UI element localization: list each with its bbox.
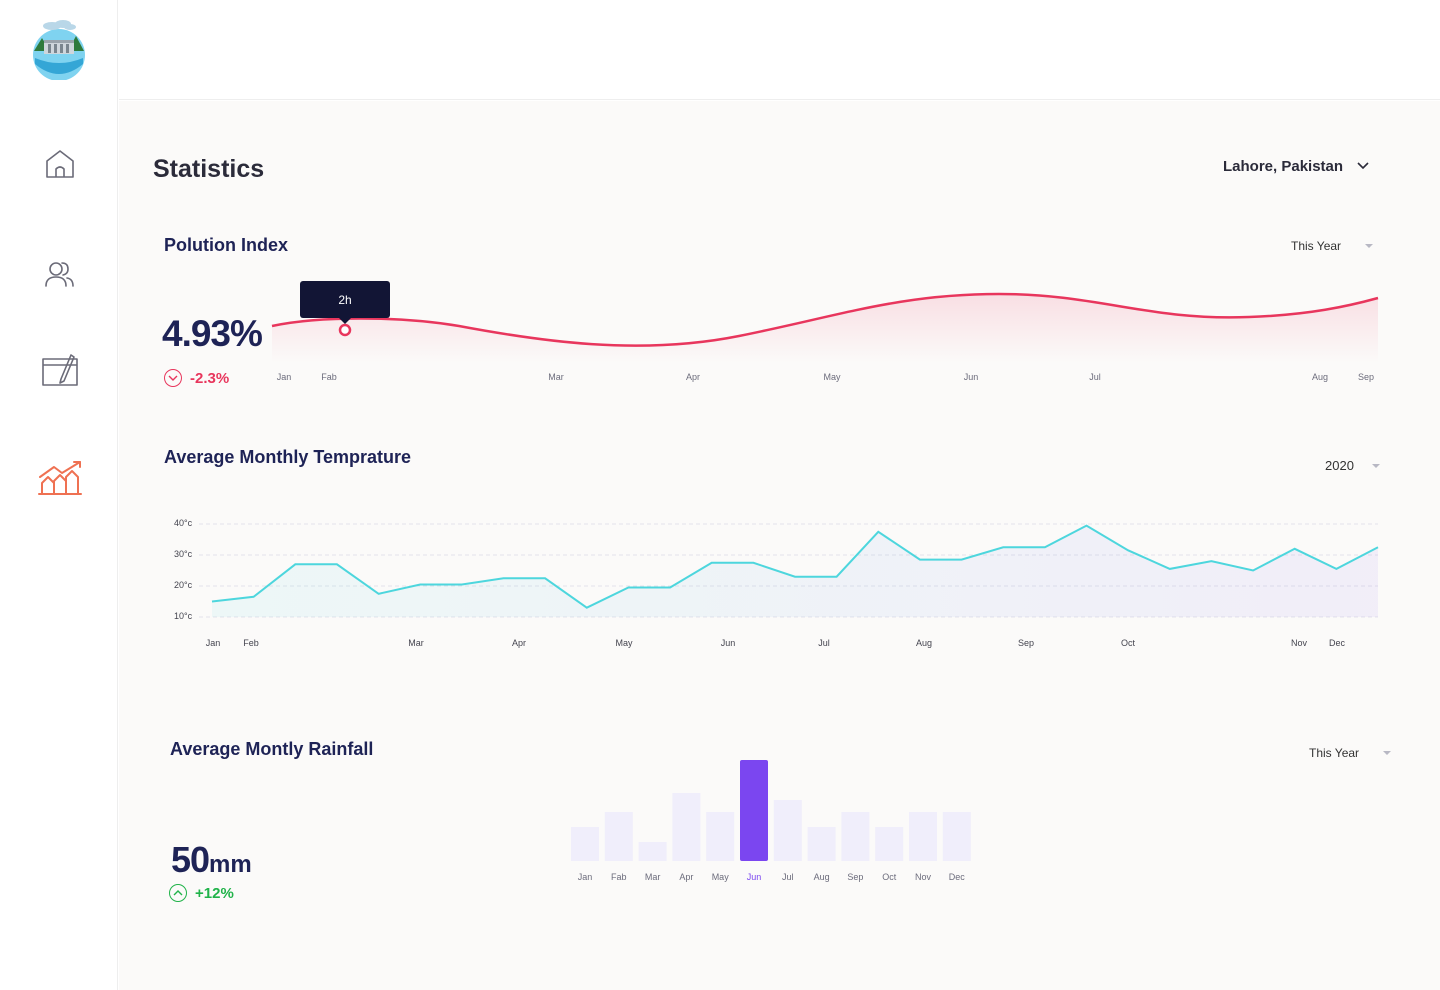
nav-statistics[interactable] [36, 456, 84, 504]
temperature-chart: 40°c 30°c 20°c 10°c Jan Feb Mar Apr May … [174, 518, 1379, 648]
rainfall-bar-nov[interactable] [909, 812, 937, 861]
rainfall-bar-jan[interactable] [571, 827, 599, 861]
x-tick-label: Jun [721, 638, 736, 648]
x-tick-label: Jun [964, 372, 979, 382]
rainfall-bar-sep[interactable] [841, 812, 870, 861]
rainfall-bar-fab[interactable] [604, 812, 633, 861]
x-tick-label: Mar [548, 372, 564, 382]
rainfall-bar-mar[interactable] [638, 842, 667, 861]
x-tick-label: Aug [916, 638, 932, 648]
rainfall-delta-value: +12% [195, 884, 234, 902]
x-tick-label: May [712, 872, 730, 882]
x-tick-label: Sep [847, 872, 863, 882]
x-tick-label: Apr [679, 872, 693, 882]
rainfall-bar-jul[interactable] [773, 800, 802, 861]
nav-edit[interactable] [36, 348, 84, 396]
nav-home[interactable] [36, 142, 84, 190]
x-tick-label: Mar [408, 638, 424, 648]
x-tick-label: Oct [1121, 638, 1136, 648]
rainfall-bar-may[interactable] [706, 812, 735, 861]
y-tick-label: 10°c [174, 611, 193, 621]
x-tick-label: Dec [1329, 638, 1346, 648]
users-icon [44, 258, 76, 295]
temperature-x-axis: Jan Feb Mar Apr May Jun Jul Aug Sep Oct … [206, 638, 1346, 648]
x-tick-label: Feb [243, 638, 259, 648]
pollution-chart: Jan Fab Mar Apr May Jun Jul Aug Sep [271, 292, 1379, 382]
x-tick-label: Fab [321, 372, 337, 382]
x-tick-label: Jul [818, 638, 830, 648]
pollution-tooltip: 2h [300, 281, 390, 324]
x-tick-label: Aug [814, 872, 830, 882]
x-tick-label: Dec [949, 872, 966, 882]
x-tick-label: Sep [1358, 372, 1374, 382]
pollution-x-axis: Jan Fab Mar Apr May Jun Jul Aug Sep [277, 372, 1374, 382]
pollution-highlight-point[interactable] [338, 323, 352, 337]
rainfall-bar-aug[interactable] [807, 827, 836, 861]
top-bar [119, 0, 1440, 100]
x-tick-label: Jul [1089, 372, 1101, 382]
x-tick-label: Jun [747, 872, 762, 882]
rainfall-number: 50 [171, 839, 210, 880]
sidebar [0, 0, 118, 990]
x-tick-label: May [615, 638, 633, 648]
arrow-up-circle-icon [169, 884, 187, 902]
x-tick-label: Oct [882, 872, 897, 882]
y-tick-label: 40°c [174, 518, 193, 528]
x-tick-label: Aug [1312, 372, 1328, 382]
caret-down-icon [1371, 463, 1380, 468]
x-tick-label: Sep [1018, 638, 1034, 648]
x-tick-label: Nov [915, 872, 932, 882]
rainfall-bar-jun[interactable] [740, 760, 768, 861]
x-tick-label: Fab [611, 872, 627, 882]
rainfall-bar-dec[interactable] [942, 812, 971, 861]
dam-landscape-logo[interactable] [30, 18, 88, 81]
statistics-icon [38, 460, 82, 500]
rainfall-period-label: This Year [1309, 746, 1360, 760]
temperature-area [212, 525, 1378, 617]
y-tick-label: 30°c [174, 549, 193, 559]
nav-users[interactable] [36, 252, 84, 300]
main-content: Statistics Lahore, Pakistan Polution Ind… [119, 101, 1440, 990]
edit-calendar-icon [41, 353, 79, 392]
y-tick-label: 20°c [174, 580, 193, 590]
temperature-title: Average Monthly Temprature [164, 447, 412, 467]
x-tick-label: Nov [1291, 638, 1308, 648]
rainfall-bar-apr[interactable] [672, 793, 701, 861]
x-tick-label: May [823, 372, 841, 382]
x-tick-label: Apr [686, 372, 700, 382]
rainfall-unit: mm [209, 851, 252, 878]
home-icon [44, 148, 76, 185]
temperature-period-label: 2020 [1325, 458, 1354, 473]
x-tick-label: Jan [277, 372, 292, 382]
rainfall-bar-oct[interactable] [875, 827, 904, 861]
pollution-area [272, 294, 1378, 363]
rainfall-value: 50mm [171, 839, 252, 881]
rainfall-period-select[interactable]: This Year [1309, 746, 1392, 760]
x-tick-label: Jul [782, 872, 794, 882]
rainfall-chart: Jan Fab Mar Apr May Jun Jul Aug Sep Oct Nov Dec [571, 760, 971, 882]
temperature-period-select[interactable]: 2020 [1325, 458, 1380, 473]
x-tick-label: Jan [578, 872, 593, 882]
x-tick-label: Apr [512, 638, 526, 648]
x-tick-label: Jan [206, 638, 221, 648]
rainfall-title: Average Montly Rainfall [170, 739, 374, 759]
caret-down-icon [1383, 751, 1392, 755]
rainfall-delta: +12% [169, 884, 234, 902]
x-tick-label: Mar [645, 872, 661, 882]
temperature-y-axis: 40°c 30°c 20°c 10°c [174, 518, 193, 621]
